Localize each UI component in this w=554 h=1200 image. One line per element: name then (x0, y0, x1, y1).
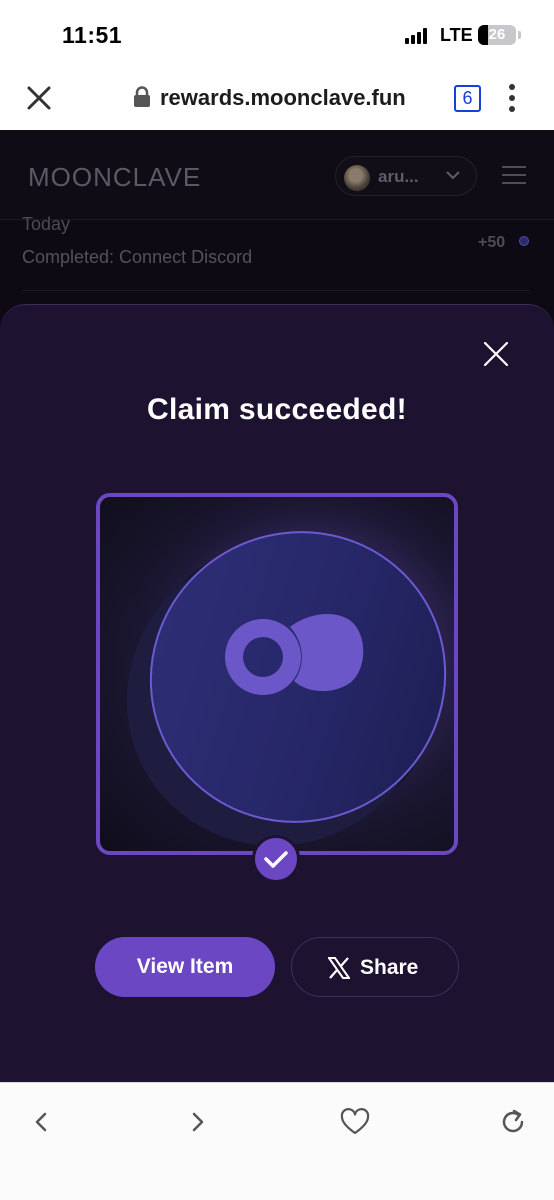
chevron-left-icon[interactable] (26, 1107, 56, 1137)
coin-icon (519, 236, 529, 246)
site-logo[interactable]: MOONCLAVE (28, 162, 201, 193)
battery-level: 26 (488, 26, 506, 43)
more-vertical-icon[interactable] (505, 82, 519, 114)
activity-date: Today (22, 214, 71, 234)
reward-item-image (96, 493, 458, 855)
reload-icon[interactable] (498, 1107, 528, 1137)
claim-success-modal: Claim succeeded! View Item Share (0, 304, 554, 1082)
avatar (344, 165, 370, 191)
activity-item: Today Completed: Connect Discord +50 (0, 214, 554, 300)
network-label: LTE (440, 25, 473, 45)
close-icon[interactable] (26, 85, 52, 111)
view-item-button[interactable]: View Item (95, 937, 275, 997)
signal-icon (405, 28, 431, 44)
tabs-count-button[interactable]: 6 (454, 85, 481, 112)
user-name: aru... (378, 167, 419, 186)
share-button[interactable]: Share (291, 937, 459, 997)
chevron-right-icon[interactable] (183, 1107, 213, 1137)
modal-title: Claim succeeded! (147, 393, 407, 426)
user-menu-button[interactable]: aru... (335, 156, 477, 196)
divider (22, 290, 530, 291)
activity-description: Completed: Connect Discord (22, 247, 253, 267)
status-time: 11:51 (62, 22, 123, 48)
activity-points: +50 (478, 234, 506, 251)
heart-icon[interactable] (340, 1107, 370, 1137)
close-icon[interactable] (483, 341, 509, 367)
check-icon (252, 835, 300, 883)
browser-bottom-toolbar (0, 1082, 554, 1200)
lock-icon (133, 86, 151, 108)
x-logo-icon (328, 957, 350, 979)
battery-icon: 26 (478, 25, 516, 45)
hamburger-menu-icon[interactable] (502, 166, 526, 184)
site-header: MOONCLAVE aru... (0, 130, 554, 220)
site-content: MOONCLAVE aru... Today Completed: Connec… (0, 130, 554, 1082)
coin-illustration (100, 497, 454, 851)
chevron-down-icon (446, 171, 460, 180)
browser-url-bar: rewards.moonclave.fun 6 (0, 66, 554, 130)
battery-cap (518, 31, 521, 39)
status-bar: 11:51 LTE 26 (0, 0, 554, 66)
url-text[interactable]: rewards.moonclave.fun (160, 85, 406, 111)
share-label: Share (360, 956, 419, 979)
